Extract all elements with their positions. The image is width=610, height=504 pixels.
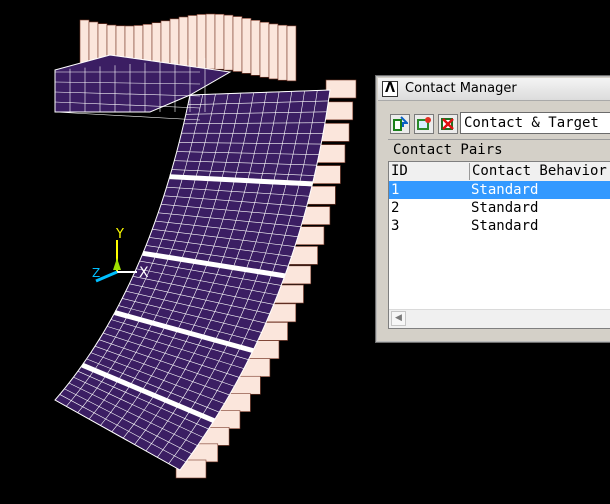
target-surface [268, 23, 279, 80]
target-surface [250, 20, 261, 76]
target-surface [277, 24, 288, 81]
table-row[interactable]: 2 Standard [389, 199, 610, 217]
ansys-logo-icon: Λ [382, 81, 398, 97]
scroll-left-icon[interactable]: ◀ [391, 311, 406, 326]
contact-manager-window[interactable]: Λ Contact Manager Contact & Target Conta… [375, 75, 610, 343]
target-surface [187, 15, 198, 71]
target-surface [232, 16, 243, 72]
table-row[interactable]: 3 Standard [389, 217, 610, 235]
pair-properties-icon [417, 117, 431, 130]
contact-wizard-button[interactable] [390, 114, 410, 134]
target-surface [223, 14, 234, 71]
column-separator[interactable] [469, 163, 470, 180]
row-id: 2 [391, 200, 400, 216]
window-title: Contact Manager [405, 81, 517, 96]
target-surface [325, 79, 357, 99]
row-behavior: Standard [471, 200, 539, 216]
target-surface [205, 13, 216, 70]
column-header-id[interactable]: ID [391, 162, 408, 181]
row-behavior: Standard [471, 182, 539, 198]
mesh-line [54, 111, 201, 121]
row-id: 3 [391, 218, 400, 234]
target-surface [196, 14, 207, 70]
table-row[interactable]: 1 Standard [389, 181, 610, 199]
contact-wizard-icon [393, 116, 408, 131]
pair-properties-button[interactable] [414, 114, 434, 134]
horizontal-scrollbar[interactable]: ◀ [389, 309, 610, 328]
target-surface [214, 13, 225, 70]
target-surface [241, 18, 252, 74]
contact-manager-titlebar[interactable]: Λ Contact Manager [378, 78, 610, 101]
row-behavior: Standard [471, 218, 539, 234]
contact-manager-toolbar: Contact & Target [384, 110, 610, 136]
target-surface [286, 25, 297, 82]
target-surface [259, 21, 270, 78]
table-header: ID Contact Behavior [389, 162, 610, 182]
delete-pair-button[interactable] [438, 114, 458, 134]
delete-pair-icon [441, 118, 454, 130]
contact-pairs-table[interactable]: ID Contact Behavior 1 Standard 2 Standar… [388, 161, 610, 329]
row-id: 1 [391, 182, 400, 198]
contact-pairs-label: Contact Pairs [388, 139, 610, 160]
view-mode-select[interactable]: Contact & Target [460, 112, 610, 134]
target-surface [178, 16, 189, 73]
column-header-contact-behavior[interactable]: Contact Behavior [472, 162, 607, 181]
